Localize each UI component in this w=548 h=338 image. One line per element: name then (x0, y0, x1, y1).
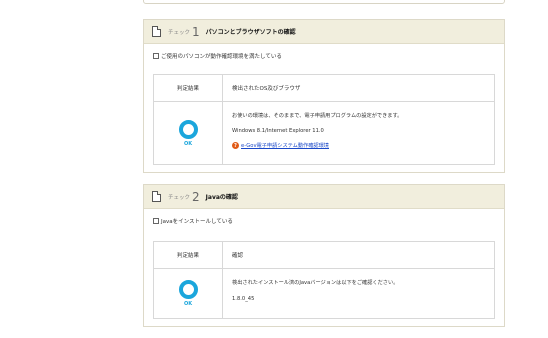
previous-panel-edge (143, 0, 505, 4)
check-1-result-table: 判定結果 検出されたOS及びブラウザ OK お使いの環境は、そのままで、電子申請… (153, 74, 495, 165)
check-1-checkbox-row[interactable]: ご使用のパソコンが動作確認環境を満たしている (144, 47, 504, 65)
java-installed-label: Javaをインストールしている (161, 219, 233, 225)
ok-circle-icon (178, 280, 198, 299)
java-installed-checkbox[interactable] (153, 218, 159, 224)
java-version-message: 検出されたインストール済のJavaバージョンは以下をご確認ください。 (232, 280, 399, 286)
document-icon (152, 26, 161, 37)
check-number: 1 (192, 24, 200, 39)
check-1-header: チェック 1 パソコンとブラウザソフトの確認 (144, 20, 504, 44)
detail-cell: 検出されたインストール済のJavaバージョンは以下をご確認ください。 1.8.0… (223, 269, 494, 318)
result-cell: OK (154, 102, 223, 164)
help-link-row: ? e-Gov電子申請システム動作確認環境 (232, 142, 494, 149)
detected-environment: Windows 8.1/Internet Explorer 11.0 (232, 128, 324, 134)
check-2-header: チェック 2 Javaの確認 (144, 185, 504, 209)
result-column-header: 判定結果 (154, 242, 223, 268)
check-number: 2 (192, 189, 200, 204)
check-label: チェック (168, 29, 191, 36)
ok-label: OK (183, 301, 193, 307)
result-column-header: 判定結果 (154, 75, 223, 101)
detail-cell: お使いの環境は、そのままで、電子申請用プログラムの設定ができます。 Window… (223, 102, 494, 164)
confirmation-header: 確認 (232, 253, 244, 259)
table-header-row: 判定結果 確認 (154, 242, 494, 269)
check-label: チェック (168, 194, 191, 201)
check-2-panel: チェック 2 Javaの確認 Javaをインストールしている 判定結果 確認 O… (143, 184, 505, 327)
java-version: 1.8.0_45 (232, 296, 255, 302)
ok-circle-icon (178, 119, 198, 139)
pc-requirements-label: ご使用のパソコンが動作確認環境を満たしている (161, 54, 282, 60)
check-2-checkbox-row[interactable]: Javaをインストールしている (144, 212, 504, 230)
table-row: OK お使いの環境は、そのままで、電子申請用プログラムの設定ができます。 Win… (154, 102, 494, 164)
pc-requirements-checkbox[interactable] (153, 53, 159, 59)
result-cell: OK (154, 269, 223, 318)
check-2-result-table: 判定結果 確認 OK 検出されたインストール済のJavaバージョンは以下をご確認… (153, 241, 495, 319)
environment-message: お使いの環境は、そのままで、電子申請用プログラムの設定ができます。 (232, 113, 403, 119)
table-header-row: 判定結果 検出されたOS及びブラウザ (154, 75, 494, 102)
detected-os-browser-header: 検出されたOS及びブラウザ (232, 86, 301, 92)
operating-environment-link[interactable]: e-Gov電子申請システム動作確認環境 (241, 142, 329, 149)
ok-label: OK (183, 140, 193, 147)
check-1-panel: チェック 1 パソコンとブラウザソフトの確認 ご使用のパソコンが動作確認環境を満… (143, 19, 505, 173)
table-row: OK 検出されたインストール済のJavaバージョンは以下をご確認ください。 1.… (154, 269, 494, 318)
document-icon (152, 191, 161, 202)
check-2-title: Javaの確認 (205, 194, 238, 201)
question-icon: ? (232, 142, 239, 149)
check-1-title: パソコンとブラウザソフトの確認 (205, 29, 296, 36)
